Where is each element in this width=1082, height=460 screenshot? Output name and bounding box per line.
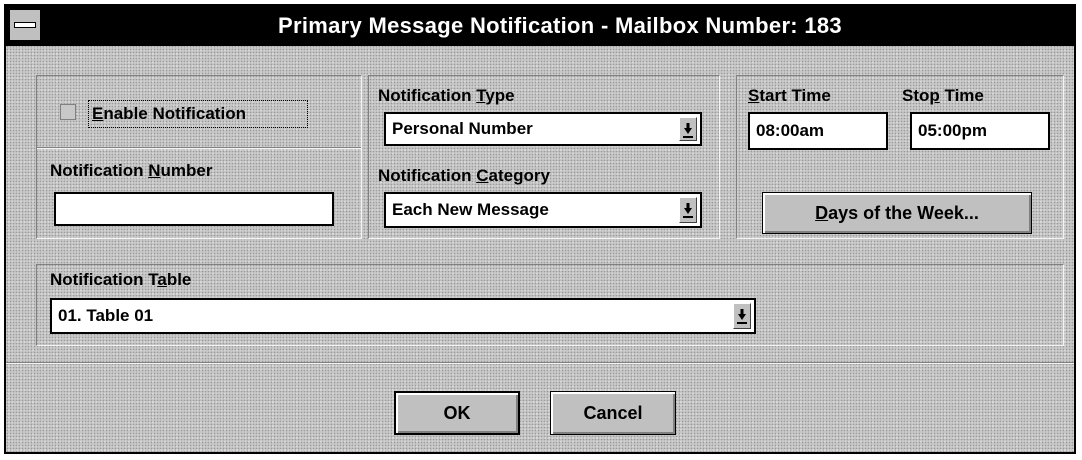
notification-type-value: Personal Number [392, 119, 533, 138]
down-arrow-icon[interactable] [679, 197, 697, 223]
days-of-week-button[interactable]: Days of the Week... [762, 192, 1032, 234]
notification-category-value: Each New Message [392, 200, 549, 219]
dialog-window: Primary Message Notification - Mailbox N… [4, 4, 1076, 454]
down-arrow-icon[interactable] [733, 303, 751, 329]
down-arrow-icon[interactable] [679, 117, 697, 141]
notification-type-label: Notification Type [378, 86, 515, 105]
enable-notification-label[interactable]: Enable Notification [92, 104, 246, 124]
notification-type-dropdown[interactable]: Personal Number [384, 112, 702, 146]
notification-table-value: 01. Table 01 [58, 306, 154, 325]
title-bar[interactable]: Primary Message Notification - Mailbox N… [6, 6, 1074, 46]
enable-notification-checkbox[interactable] [60, 104, 76, 120]
notification-category-dropdown[interactable]: Each New Message [384, 192, 702, 228]
group-divider [37, 147, 361, 149]
days-of-week-label: Days of the Week... [815, 202, 979, 223]
start-time-label: Start Time [748, 86, 831, 105]
notification-table-label: Notification Table [50, 270, 192, 289]
start-time-input[interactable]: 08:00am [748, 112, 888, 150]
stop-time-input[interactable]: 05:00pm [910, 112, 1050, 150]
notification-table-dropdown[interactable]: 01. Table 01 [50, 298, 756, 334]
stop-time-label: Stop Time [902, 86, 984, 105]
system-menu-icon[interactable] [9, 9, 41, 41]
notification-number-input[interactable] [54, 192, 334, 226]
notification-number-label: Notification Number [50, 161, 213, 180]
notification-category-label: Notification Category [378, 166, 550, 185]
ok-button[interactable]: OK [394, 391, 520, 435]
window-title: Primary Message Notification - Mailbox N… [278, 13, 842, 38]
button-divider [6, 362, 1074, 364]
cancel-button[interactable]: Cancel [550, 391, 676, 435]
